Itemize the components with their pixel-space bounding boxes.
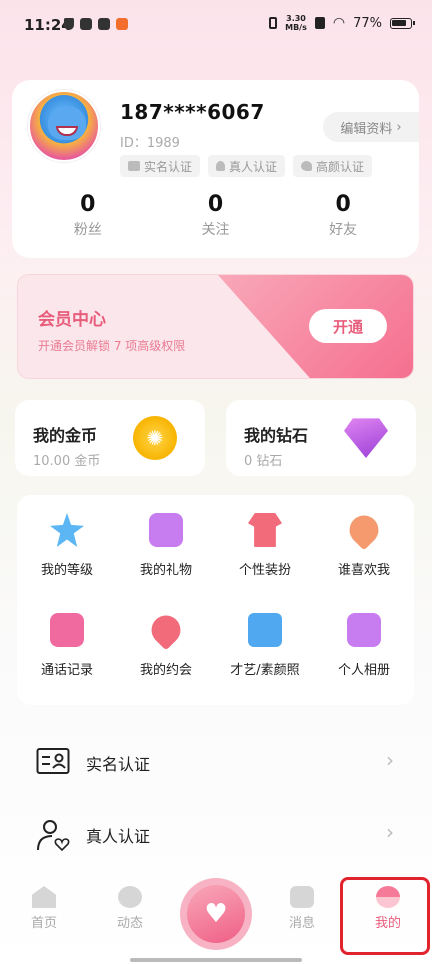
feature-label: 我的礼物 (139, 563, 192, 578)
coins-value: 10.00 金币 (33, 454, 101, 469)
handshake-icon: ♥ (187, 885, 245, 943)
user-phone: 187****6067 (120, 100, 265, 124)
battery-percent: 77% (353, 15, 382, 31)
mail-icon (98, 18, 110, 30)
feature-label: 谁喜欢我 (337, 563, 390, 578)
stat-following[interactable]: 0 关注 (165, 192, 265, 239)
feature-gifts[interactable]: 我的礼物 (116, 495, 216, 585)
stat-value: 0 (80, 192, 96, 217)
list-label: 实名认证 (86, 755, 151, 774)
tab-label: 首页 (30, 916, 57, 931)
diamond-icon (344, 418, 388, 458)
feature-call-records[interactable]: 通话记录 (17, 595, 117, 685)
feature-label: 通话记录 (40, 663, 93, 678)
list-label: 真人认证 (86, 827, 151, 846)
list-item-real-person[interactable]: 真人认证 › (0, 800, 432, 870)
profile-card: 187****6067 ID：1989 编辑资料 › 实名认证 真人认证 高颜认… (12, 80, 419, 258)
match-button[interactable]: ♥ (180, 878, 252, 950)
feature-dates[interactable]: 我的约会 (116, 595, 216, 685)
no-sim-icon (314, 17, 325, 29)
coin-icon: ✺ (133, 416, 177, 460)
heart-icon (301, 161, 313, 171)
profile-stats: 0 粉丝 0 关注 0 好友 (12, 192, 419, 239)
feature-label: 个性装扮 (238, 563, 291, 578)
album-icon (347, 613, 381, 647)
star-icon (50, 513, 84, 547)
vibrate-icon (269, 17, 278, 29)
tab-label: 动态 (116, 916, 143, 931)
badge-label: 高颜认证 (316, 159, 365, 174)
notification-icons (64, 18, 128, 30)
heart-icon (343, 509, 385, 551)
badge-real-person[interactable]: 真人认证 (208, 155, 286, 177)
battery-icon (390, 17, 415, 29)
wifi-icon: ◠ (332, 15, 346, 31)
tab-home[interactable]: 首页 (14, 886, 74, 931)
stat-label: 粉丝 (73, 222, 102, 238)
feature-album[interactable]: 个人相册 (314, 595, 414, 685)
feature-level[interactable]: 我的等级 (17, 495, 117, 585)
network-speed: 3.30 MB/s (285, 14, 307, 32)
feature-label: 才艺/素颜照 (230, 663, 300, 678)
stat-value: 0 (335, 192, 351, 217)
vip-open-button[interactable]: 开通 (309, 309, 387, 343)
badge-high-looks[interactable]: 高颜认证 (293, 155, 373, 177)
shield-icon (64, 18, 74, 30)
highlight-annotation (340, 877, 430, 955)
person-verify-icon (37, 820, 70, 852)
feature-label: 个人相册 (337, 663, 390, 678)
gift-icon (149, 513, 183, 547)
chevron-right-icon: › (386, 748, 394, 772)
diamonds-value: 0 钻石 (244, 454, 283, 469)
wallet-coins[interactable]: 我的金币 10.00 金币 ✺ (15, 400, 205, 476)
status-right: 3.30 MB/s ◠ 77% (269, 14, 415, 32)
app-notification-icon (80, 18, 92, 30)
tab-label: 消息 (288, 916, 315, 931)
id-card-icon (36, 748, 70, 774)
coins-title: 我的金币 (33, 426, 98, 445)
user-id: ID：1989 (120, 136, 180, 151)
wallet-diamonds[interactable]: 我的钻石 0 钻石 (226, 400, 416, 476)
message-icon (290, 886, 314, 908)
tab-messages[interactable]: 消息 (272, 886, 332, 931)
edit-profile-button[interactable]: 编辑资料 › (323, 112, 419, 142)
handshake-icon (145, 609, 187, 651)
person-icon (216, 161, 226, 171)
diamonds-title: 我的钻石 (244, 426, 309, 445)
stat-friends[interactable]: 0 好友 (293, 192, 393, 239)
tab-moments[interactable]: 动态 (100, 886, 160, 931)
video-icon (248, 613, 282, 647)
list-item-real-name[interactable]: 实名认证 › (0, 728, 432, 798)
avatar[interactable] (28, 90, 100, 162)
badge-real-name[interactable]: 实名认证 (120, 155, 201, 177)
feature-talent-photos[interactable]: 才艺/素颜照 (215, 595, 315, 685)
feature-dressup[interactable]: 个性装扮 (215, 495, 315, 585)
edit-profile-label: 编辑资料 (340, 121, 393, 137)
home-icon (32, 886, 56, 908)
stat-label: 关注 (201, 222, 230, 238)
stat-label: 好友 (329, 222, 358, 238)
vip-subtitle: 开通会员解锁 7 项高级权限 (38, 339, 186, 353)
features-grid: 我的等级 我的礼物 个性装扮 谁喜欢我 通话记录 我的约会 才艺/素颜照 个人相… (17, 495, 414, 705)
call-record-icon (50, 613, 84, 647)
id-card-icon (128, 161, 140, 171)
vip-title: 会员中心 (38, 310, 106, 330)
feature-label: 我的等级 (40, 563, 93, 578)
chevron-right-icon: › (386, 820, 394, 844)
app-badge-icon (116, 18, 128, 30)
verification-badges: 实名认证 真人认证 高颜认证 (120, 155, 373, 177)
badge-label: 真人认证 (229, 159, 278, 174)
shirt-icon (248, 513, 282, 547)
home-indicator (130, 958, 302, 962)
stat-value: 0 (207, 192, 224, 217)
stat-fans[interactable]: 0 粉丝 (38, 192, 138, 239)
feature-who-likes-me[interactable]: 谁喜欢我 (314, 495, 414, 585)
feature-label: 我的约会 (139, 663, 192, 678)
planet-icon (118, 886, 142, 908)
vip-banner[interactable]: 会员中心 开通会员解锁 7 项高级权限 开通 (17, 274, 414, 379)
status-bar: 11:24 3.30 MB/s ◠ 77% (0, 0, 432, 52)
badge-label: 实名认证 (144, 159, 193, 174)
chevron-right-icon: › (396, 119, 402, 135)
